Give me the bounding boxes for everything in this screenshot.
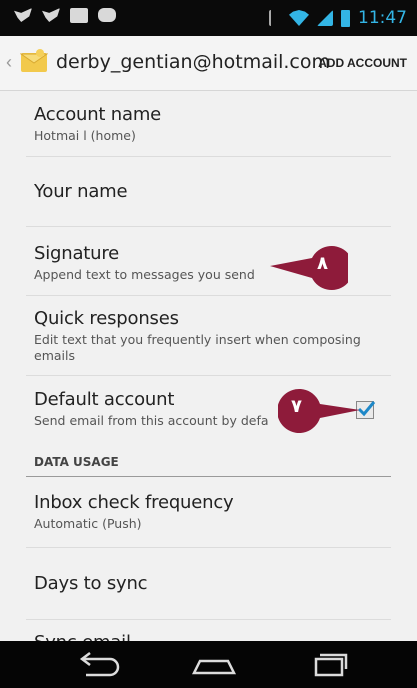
divider [26, 375, 391, 376]
pref-sync-email[interactable]: Sync email [34, 632, 383, 641]
pref-inbox-check-frequency[interactable]: Inbox check frequency Automatic (Push) [34, 492, 383, 532]
pref-summary: Automatic (Push) [34, 516, 142, 531]
divider [26, 619, 391, 620]
email-app-icon[interactable] [20, 48, 48, 74]
divider [26, 156, 391, 157]
account-email-title: derby_gentian@hotmail.com [56, 51, 331, 73]
callout-number: ٧ [291, 396, 302, 417]
notification-icons [14, 8, 116, 23]
navigation-bar [0, 641, 417, 688]
divider [26, 547, 391, 548]
callout-number: ٨ [317, 253, 328, 274]
system-icons: 11:47 [269, 8, 407, 28]
recent-apps-icon[interactable] [300, 649, 360, 681]
clock: 11:47 [358, 8, 407, 28]
twitter-icon [14, 8, 32, 22]
pref-title: Your name [34, 181, 128, 202]
pref-title: Quick responses [34, 308, 179, 329]
messages-icon [98, 8, 116, 22]
battery-icon [341, 9, 350, 27]
data-usage-section-header: DATA USAGE [34, 455, 119, 469]
wifi-icon [289, 10, 309, 26]
add-account-button[interactable]: ADD ACCOUNT [318, 56, 407, 70]
callout-signature-marker [270, 246, 348, 290]
back-icon[interactable] [70, 649, 130, 681]
pref-summary: Edit text that you frequently insert whe… [34, 332, 361, 363]
pref-title: Sync email [34, 632, 383, 641]
email-account-settings-screen: 11:47 ‹ derby_gentian@hotmail.com ADD AC… [0, 0, 417, 688]
twitter-icon [42, 8, 60, 22]
home-icon[interactable] [184, 649, 244, 681]
pref-quick-responses[interactable]: Quick responses Edit text that you frequ… [34, 308, 383, 364]
up-caret-icon[interactable]: ‹ [6, 52, 12, 73]
signal-icon [317, 10, 333, 26]
pref-title: Days to sync [34, 573, 148, 594]
divider [26, 295, 391, 296]
pref-summary: Hotmai l (home) [34, 128, 136, 143]
pref-title: Account name [34, 104, 162, 125]
action-bar: ‹ derby_gentian@hotmail.com ADD ACCOUNT [0, 36, 417, 91]
section-divider [26, 476, 391, 477]
gallery-icon [70, 8, 88, 23]
status-bar: 11:47 [0, 0, 417, 36]
pref-account-name[interactable]: Account name Hotmai l (home) [34, 104, 383, 144]
divider [26, 226, 391, 227]
pref-your-name[interactable]: Your name [34, 181, 383, 202]
pref-days-to-sync[interactable]: Days to sync [34, 573, 383, 594]
settings-list: Account name Hotmai l (home) Your name S… [0, 91, 417, 641]
pref-title: Inbox check frequency [34, 492, 234, 513]
bluetooth-icon [269, 10, 281, 26]
